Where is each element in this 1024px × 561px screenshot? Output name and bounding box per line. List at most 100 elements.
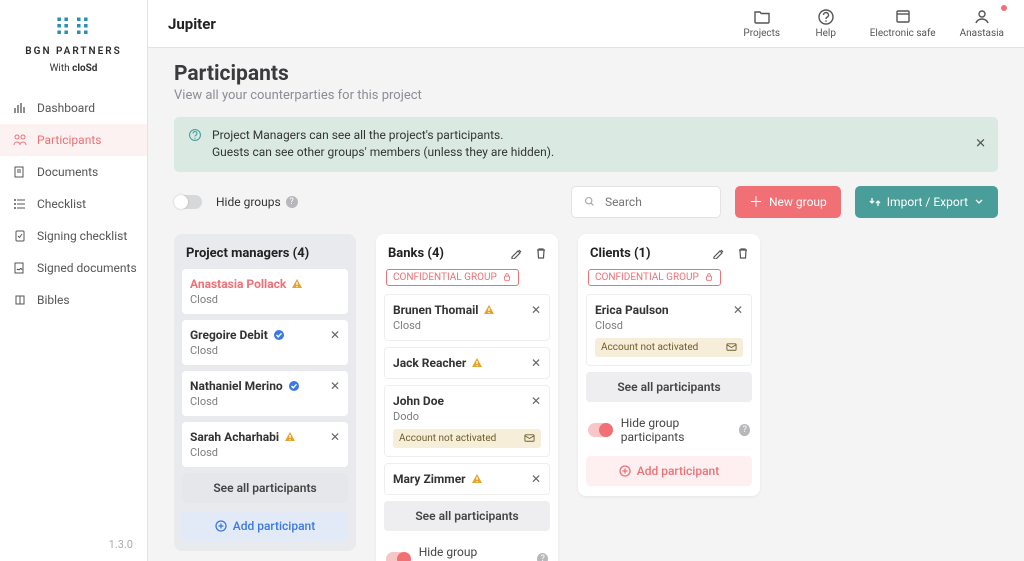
member-name: Erica Paulson bbox=[595, 303, 743, 317]
delete-group-icon[interactable] bbox=[736, 247, 748, 259]
top-user-menu[interactable]: Anastasia bbox=[960, 8, 1004, 39]
group-pm: Project managers (4) Anastasia Pollack Cl… bbox=[174, 234, 356, 551]
signing-checklist-icon bbox=[13, 229, 27, 243]
member-row: Brunen Thomail Closd✕ bbox=[384, 294, 550, 341]
member-name: Jack Reacher bbox=[393, 356, 541, 370]
member-company: Closd bbox=[190, 293, 340, 306]
member-company: Closd bbox=[190, 344, 340, 357]
confidential-badge: CONFIDENTIAL GROUP bbox=[386, 269, 519, 286]
brand-logo-icon: ⠿⠿ bbox=[0, 14, 147, 42]
participants-icon bbox=[13, 133, 27, 147]
see-all-button[interactable]: See all participants bbox=[384, 501, 550, 531]
sidebar-item-dashboard[interactable]: Dashboard bbox=[0, 92, 147, 124]
not-activated-badge: Account not activated bbox=[393, 429, 541, 448]
sidebar-item-label: Participants bbox=[37, 133, 101, 147]
sidebar-item-label: Documents bbox=[37, 165, 98, 179]
member-name: Nathaniel Merino bbox=[190, 379, 340, 393]
info-close-button[interactable]: ✕ bbox=[975, 137, 986, 152]
hide-groups-toggle[interactable] bbox=[174, 195, 202, 209]
member-row: Sarah Acharhabi Closd ✕ bbox=[182, 422, 348, 467]
edit-group-icon[interactable] bbox=[712, 247, 724, 259]
info-text: Project Managers can see all the project… bbox=[212, 127, 554, 162]
remove-member-button[interactable]: ✕ bbox=[330, 328, 340, 342]
member-name: Anastasia Pollack bbox=[190, 277, 340, 291]
sidebar-item-signing-checklist[interactable]: Signing checklist bbox=[0, 220, 147, 252]
top-help[interactable]: Help bbox=[806, 8, 846, 39]
folder-icon bbox=[753, 8, 771, 26]
not-activated-badge: Account not activated bbox=[595, 338, 743, 357]
page-title: Participants bbox=[174, 62, 998, 86]
import-export-button[interactable]: Import / Export bbox=[855, 186, 998, 218]
sidebar-item-label: Dashboard bbox=[37, 101, 95, 115]
brand-name: BGN PARTNERS bbox=[0, 46, 147, 57]
safe-icon bbox=[894, 8, 912, 26]
member-row: Gregoire Debit Closd ✕ bbox=[182, 320, 348, 365]
remove-member-button[interactable]: ✕ bbox=[330, 379, 340, 393]
add-participant-button[interactable]: Add participant bbox=[182, 511, 348, 541]
edit-group-icon[interactable] bbox=[510, 247, 522, 259]
search-input[interactable] bbox=[603, 194, 708, 210]
member-company: Closd bbox=[190, 446, 340, 459]
search-box[interactable] bbox=[571, 186, 721, 218]
member-name: Gregoire Debit bbox=[190, 328, 340, 342]
top-electronic-safe[interactable]: Electronic safe bbox=[870, 8, 936, 39]
add-participant-button[interactable]: Add participant bbox=[586, 456, 752, 486]
plus-circle-icon bbox=[619, 465, 631, 477]
notification-dot-icon bbox=[1001, 5, 1007, 11]
hide-participants-row: Hide group participants? bbox=[376, 539, 558, 561]
remove-member-button[interactable]: ✕ bbox=[531, 472, 541, 486]
hide-participants-toggle[interactable] bbox=[386, 552, 411, 561]
hide-groups-label: Hide groups? bbox=[216, 195, 298, 209]
sidebar-item-label: Checklist bbox=[37, 197, 86, 211]
hide-participants-row: Hide group participants? bbox=[578, 410, 760, 450]
member-row: Erica PaulsonClosd✕Account not activated bbox=[586, 294, 752, 366]
help-tooltip-icon[interactable]: ? bbox=[739, 424, 750, 436]
member-row: Anastasia Pollack Closd bbox=[182, 269, 348, 314]
see-all-button[interactable]: See all participants bbox=[182, 473, 348, 503]
nav-list: Dashboard Participants Documents Checklist S… bbox=[0, 92, 147, 316]
remove-member-button[interactable]: ✕ bbox=[531, 394, 541, 408]
group-clients: Clients (1) CONFIDENTIAL GROUP Erica Pauls… bbox=[578, 234, 760, 496]
remove-member-button[interactable]: ✕ bbox=[330, 430, 340, 444]
info-icon bbox=[188, 128, 202, 142]
topbar: Jupiter Projects Help Electronic safe An… bbox=[148, 0, 1024, 48]
warning-icon bbox=[291, 278, 303, 290]
warning-icon bbox=[471, 473, 483, 485]
mail-icon[interactable] bbox=[726, 342, 737, 353]
sidebar-item-checklist[interactable]: Checklist bbox=[0, 188, 147, 220]
mail-icon[interactable] bbox=[524, 433, 535, 444]
group-title: Banks (4) bbox=[388, 246, 510, 261]
member-name: Mary Zimmer bbox=[393, 472, 541, 486]
confidential-badge: CONFIDENTIAL GROUP bbox=[588, 269, 721, 286]
group-banks: Banks (4) CONFIDENTIAL GROUP Brunen Thomai… bbox=[376, 234, 558, 561]
info-banner: Project Managers can see all the project… bbox=[174, 117, 998, 172]
sidebar-item-documents[interactable]: Documents bbox=[0, 156, 147, 188]
group-title: Clients (1) bbox=[590, 246, 712, 261]
new-group-button[interactable]: ＋New group bbox=[735, 186, 841, 218]
hide-participants-toggle[interactable] bbox=[588, 423, 613, 437]
group-title: Project managers (4) bbox=[186, 246, 344, 261]
remove-member-button[interactable]: ✕ bbox=[531, 303, 541, 317]
sidebar-item-participants[interactable]: Participants bbox=[0, 124, 147, 156]
sidebar-item-bibles[interactable]: Bibles bbox=[0, 284, 147, 316]
sidebar-item-label: Signed documents bbox=[37, 261, 137, 275]
sidebar-item-signed-documents[interactable]: Signed documents bbox=[0, 252, 147, 284]
member-row: Mary Zimmer ✕ bbox=[384, 463, 550, 495]
member-name: John Doe bbox=[393, 394, 541, 408]
remove-member-button[interactable]: ✕ bbox=[733, 303, 743, 317]
member-name: Sarah Acharhabi bbox=[190, 430, 340, 444]
remove-member-button[interactable]: ✕ bbox=[531, 356, 541, 370]
top-projects[interactable]: Projects bbox=[742, 8, 782, 39]
documents-icon bbox=[13, 165, 27, 179]
help-tooltip-icon[interactable]: ? bbox=[537, 553, 548, 561]
checklist-icon bbox=[13, 197, 27, 211]
see-all-button[interactable]: See all participants bbox=[586, 372, 752, 402]
delete-group-icon[interactable] bbox=[534, 247, 546, 259]
help-icon bbox=[817, 8, 835, 26]
member-company: Closd bbox=[190, 395, 340, 408]
chevron-down-icon bbox=[974, 197, 984, 207]
member-row: Nathaniel Merino Closd ✕ bbox=[182, 371, 348, 416]
help-tooltip-icon[interactable]: ? bbox=[286, 196, 298, 208]
page-subtitle: View all your counterparties for this pr… bbox=[174, 88, 998, 103]
member-name: Brunen Thomail bbox=[393, 303, 541, 317]
